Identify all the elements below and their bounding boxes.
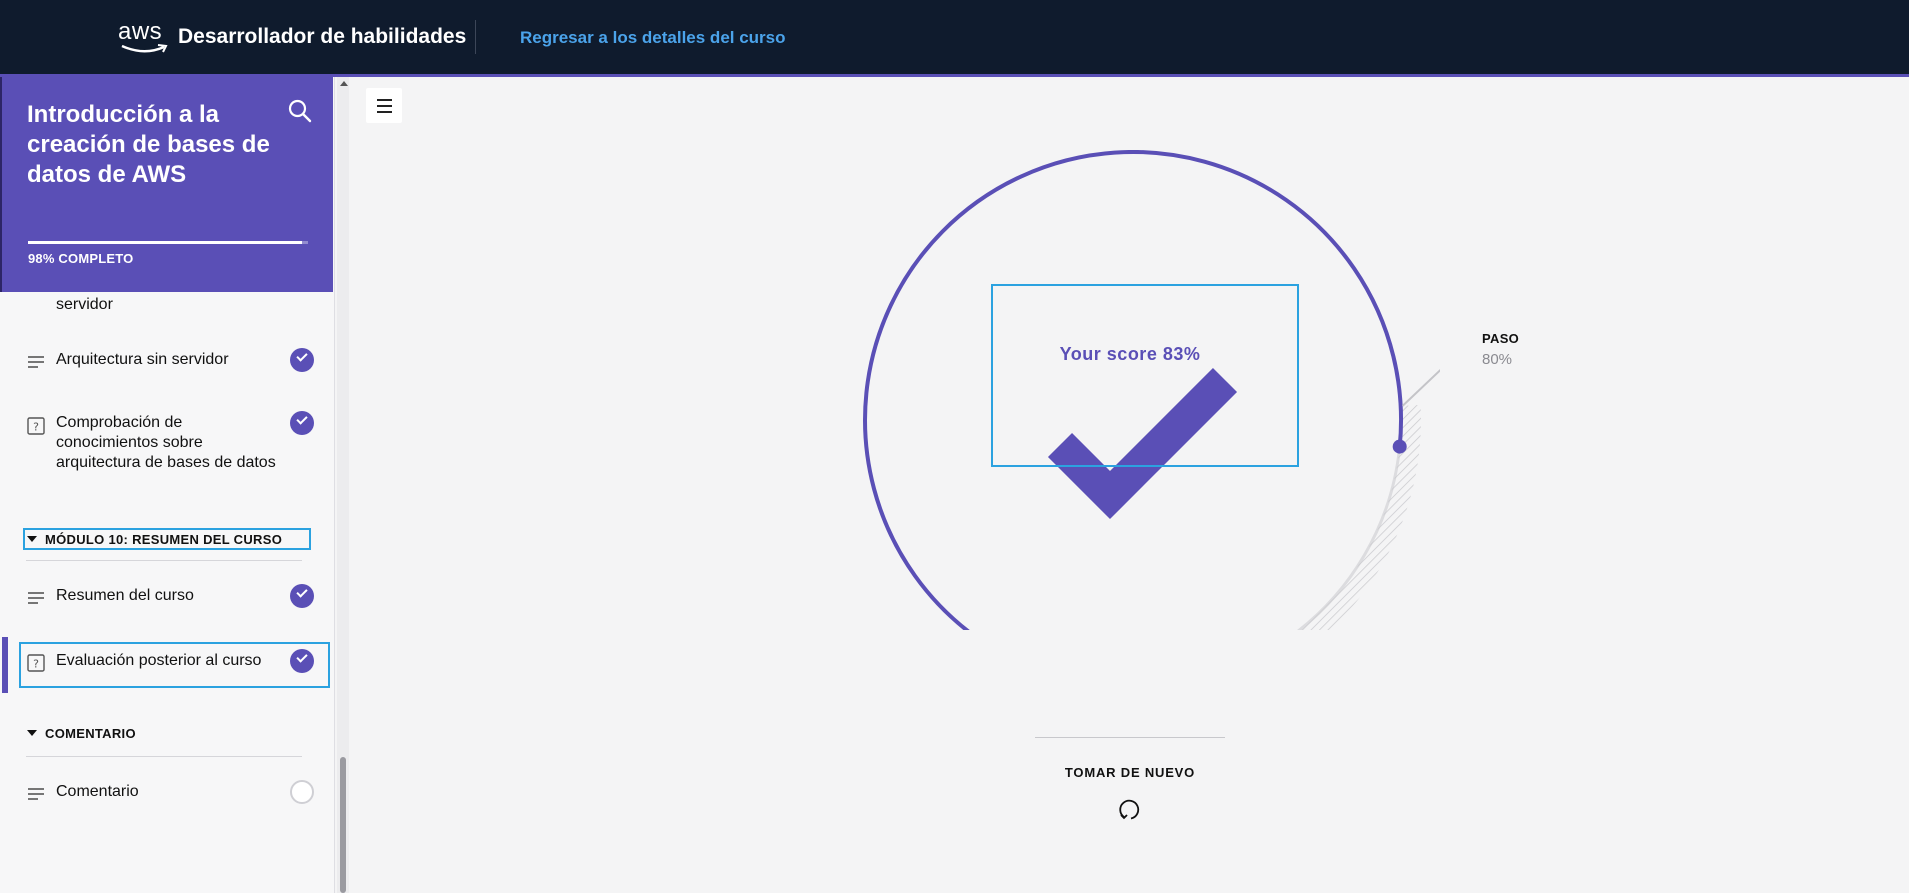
lesson-item-arquitectura-sin-servidor[interactable]: Arquitectura sin servidor <box>0 345 333 385</box>
lesson-label: servidor <box>56 296 113 313</box>
lesson-label: Resumen del curso <box>56 587 194 604</box>
incomplete-status-icon <box>290 780 314 804</box>
caret-down-icon <box>27 730 37 736</box>
svg-text:?: ? <box>33 658 39 671</box>
section-divider <box>26 756 302 757</box>
completed-check-icon <box>290 584 314 608</box>
section-header-module-10[interactable]: MÓDULO 10: RESUMEN DEL CURSO <box>24 530 310 550</box>
lesson-item-comentario[interactable]: Comentario <box>0 777 333 817</box>
lesson-label: Evaluación posterior al curso <box>56 652 262 669</box>
course-progress-bar <box>28 241 308 244</box>
completed-check-icon <box>290 649 314 673</box>
search-icon[interactable] <box>286 97 314 125</box>
course-outline-sidebar: Introducción a la creación de bases de d… <box>0 77 335 893</box>
section-label: MÓDULO 10: RESUMEN DEL CURSO <box>45 532 283 547</box>
sidebar-scrollbar[interactable] <box>337 77 349 893</box>
quiz-icon: ? <box>27 417 45 435</box>
quiz-icon: ? <box>27 654 45 672</box>
section-label: COMENTARIO <box>45 726 136 741</box>
course-title: Introducción a la creación de bases de d… <box>27 101 270 188</box>
hamburger-menu-button[interactable] <box>366 88 402 123</box>
completed-check-icon <box>290 411 314 435</box>
menu-icon <box>377 99 392 101</box>
pass-label: PASO <box>1482 331 1520 346</box>
app-title[interactable]: Desarrollador de habilidades <box>178 23 466 51</box>
retake-button[interactable]: TOMAR DE NUEVO <box>1035 765 1225 780</box>
section-divider <box>26 560 302 561</box>
score-text: Your score 83% <box>1059 344 1201 364</box>
lesson-item-knowledge-check[interactable]: ? Comprobación de conocimientos sobre ar… <box>0 411 333 481</box>
pass-threshold-leader <box>1401 368 1440 407</box>
header-divider <box>475 20 476 54</box>
retake-refresh-icon[interactable] <box>1116 797 1142 823</box>
completed-check-icon <box>290 348 314 372</box>
text-lines-icon <box>28 592 44 604</box>
score-highlight-box <box>991 284 1299 467</box>
aws-logo[interactable]: aws <box>118 20 172 56</box>
progress-label: 98% COMPLETO <box>28 251 134 266</box>
top-navigation-bar: aws Desarrollador de habilidades Regresa… <box>0 0 1909 77</box>
retake-divider <box>1035 737 1225 738</box>
gauge-score-marker <box>1392 439 1407 454</box>
aws-logo-text: aws <box>118 18 163 45</box>
course-progress-fill <box>28 241 303 244</box>
lesson-item-evaluacion-posterior[interactable]: ? Evaluación posterior al curso <box>0 646 333 686</box>
lesson-item-resumen-del-curso[interactable]: Resumen del curso <box>0 581 333 621</box>
pass-value: 80% <box>1482 351 1513 368</box>
lesson-label: Comprobación de conocimientos sobre arqu… <box>56 414 276 471</box>
sidebar-header: Introducción a la creación de bases de d… <box>0 77 333 292</box>
lesson-item-servidor[interactable]: servidor <box>0 266 333 337</box>
lesson-label: Arquitectura sin servidor <box>56 351 229 368</box>
scroll-up-arrow-icon[interactable] <box>340 81 348 86</box>
aws-smile-icon <box>121 44 168 53</box>
lesson-label: Comentario <box>56 783 139 800</box>
back-to-course-details-link[interactable]: Regresar a los detalles del curso <box>520 27 786 49</box>
text-lines-icon <box>28 788 44 800</box>
svg-text:?: ? <box>33 421 39 434</box>
section-header-comentario[interactable]: COMENTARIO <box>24 724 310 744</box>
caret-down-icon <box>27 536 37 542</box>
scrollbar-thumb[interactable] <box>340 757 346 893</box>
text-lines-icon <box>28 356 44 368</box>
